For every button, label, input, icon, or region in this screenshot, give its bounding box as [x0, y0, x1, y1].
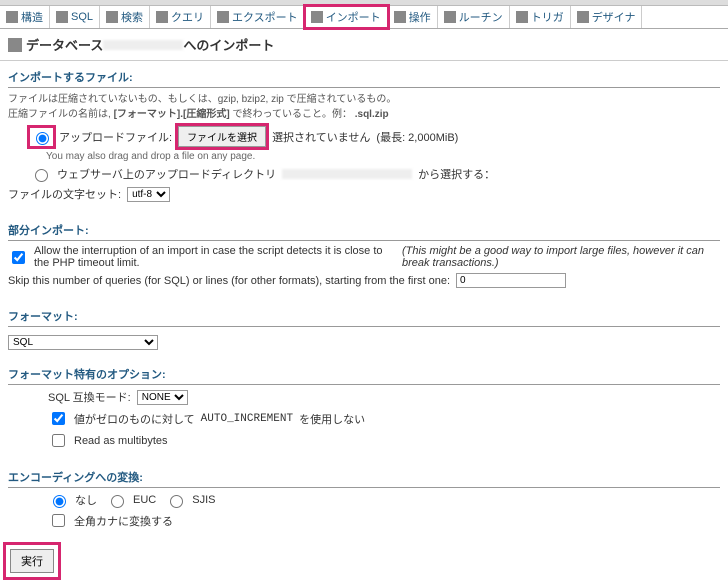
- autoinc-suffix: を使用しない: [299, 411, 365, 427]
- upload-radio[interactable]: [36, 132, 49, 145]
- section-encoding-header: エンコーディングへの変換:: [8, 465, 720, 488]
- tab-label: トリガ: [531, 9, 564, 25]
- compat-row: SQL 互換モード: NONE: [48, 389, 720, 405]
- enc-euc-label: EUC: [133, 494, 156, 506]
- help-compression: ファイルは圧縮されていないもの、もしくは、gzip, bzip2, zip で圧…: [8, 92, 720, 122]
- zenkaku-row: 全角カナに変換する: [48, 511, 720, 530]
- encoding-radios: なし EUC SJIS: [48, 492, 720, 508]
- go-button-highlight: 実行: [6, 545, 58, 577]
- enc-sjis-radio[interactable]: [170, 495, 183, 508]
- structure-icon: [6, 11, 18, 23]
- help-line1: ファイルは圧縮されていないもの、もしくは、gzip, bzip2, zip で圧…: [8, 94, 396, 105]
- tab-designer[interactable]: デザイナ: [571, 6, 643, 28]
- tab-label: インポート: [326, 9, 381, 25]
- multibytes-checkbox[interactable]: [52, 434, 65, 447]
- charset-row: ファイルの文字セット: utf-8: [8, 186, 720, 202]
- section-encoding: エンコーディングへの変換: なし EUC SJIS 全角カナに変換する: [0, 461, 728, 541]
- operations-icon: [394, 11, 406, 23]
- tab-query[interactable]: クエリ: [150, 6, 211, 28]
- section-format-opts: フォーマット特有のオプション: SQL 互換モード: NONE 値がゼロのものに…: [0, 358, 728, 461]
- autoinc-row: 値がゼロのものに対して AUTO_INCREMENT を使用しない: [48, 409, 720, 428]
- tab-label: エクスポート: [232, 9, 298, 25]
- tab-label: 構造: [21, 9, 43, 25]
- tab-search[interactable]: 検索: [100, 6, 150, 28]
- section-format: フォーマット: SQL: [0, 300, 728, 358]
- skip-input[interactable]: [456, 273, 566, 288]
- enc-none-label: なし: [75, 492, 97, 508]
- section-file: インポートするファイル: ファイルは圧縮されていないもの、もしくは、gzip, …: [0, 61, 728, 214]
- drag-drop-hint: You may also drag and drop a file on any…: [46, 151, 720, 162]
- routines-icon: [444, 11, 456, 23]
- webdir-label: ウェブサーバ上のアップロードディレクトリ: [57, 166, 276, 182]
- tab-import[interactable]: インポート: [305, 6, 388, 28]
- tab-label: SQL: [71, 11, 93, 23]
- help-line2-bold: [フォーマット].[圧縮形式]: [114, 109, 230, 120]
- nav-tabs: 構造 SQL 検索 クエリ エクスポート インポート 操作 ルーチン トリガ デ…: [0, 6, 728, 29]
- zenkaku-label: 全角カナに変換する: [74, 513, 173, 529]
- section-partial-header: 部分インポート:: [8, 218, 720, 241]
- tab-label: デザイナ: [592, 9, 636, 25]
- tab-sql[interactable]: SQL: [50, 6, 100, 28]
- enc-none-radio[interactable]: [53, 495, 66, 508]
- db-name-redacted: [103, 40, 183, 50]
- tab-label: 操作: [409, 9, 431, 25]
- help-line2-prefix: 圧縮ファイルの名前は,: [8, 109, 111, 120]
- designer-icon: [577, 11, 589, 23]
- search-icon: [106, 11, 118, 23]
- autoinc-prefix: 値がゼロのものに対して: [74, 411, 195, 427]
- tab-triggers[interactable]: トリガ: [510, 6, 571, 28]
- max-size: (最長: 2,000MiB): [376, 129, 458, 145]
- help-line2-suffix: で終わっていること。例：: [232, 109, 352, 120]
- tab-label: 検索: [121, 9, 143, 25]
- no-file-chosen: 選択されていません: [272, 129, 370, 145]
- triggers-icon: [516, 11, 528, 23]
- page-title-prefix: データベース: [26, 35, 103, 54]
- autoinc-code: AUTO_INCREMENT: [201, 413, 293, 425]
- import-title-icon: [8, 38, 22, 52]
- skip-label: Skip this number of queries (for SQL) or…: [8, 275, 450, 287]
- format-select[interactable]: SQL: [8, 335, 158, 350]
- section-format-opts-header: フォーマット特有のオプション:: [8, 362, 720, 385]
- tab-label: ルーチン: [459, 9, 503, 25]
- upload-radio-highlight: [30, 128, 53, 146]
- skip-row: Skip this number of queries (for SQL) or…: [8, 273, 720, 288]
- charset-label: ファイルの文字セット:: [8, 186, 121, 202]
- webdir-suffix: から選択する：: [418, 166, 495, 182]
- charset-select[interactable]: utf-8: [127, 187, 170, 202]
- section-partial: 部分インポート: Allow the interruption of an im…: [0, 214, 728, 300]
- enc-sjis-label: SJIS: [192, 494, 215, 506]
- compat-select[interactable]: NONE: [137, 390, 188, 405]
- page-title: データベース へのインポート: [0, 29, 728, 61]
- tab-export[interactable]: エクスポート: [211, 6, 305, 28]
- enc-euc-radio[interactable]: [111, 495, 124, 508]
- tab-operations[interactable]: 操作: [388, 6, 438, 28]
- allow-interrupt-note: (This might be a good way to import larg…: [402, 245, 720, 269]
- upload-label: アップロードファイル:: [59, 129, 172, 145]
- go-button[interactable]: 実行: [10, 549, 54, 573]
- sql-icon: [56, 11, 68, 23]
- page-title-suffix: へのインポート: [183, 35, 274, 54]
- webdir-radio[interactable]: [35, 169, 48, 182]
- help-line2-example: .sql.zip: [355, 109, 389, 120]
- allow-interrupt-label: Allow the interruption of an import in c…: [34, 245, 396, 269]
- export-icon: [217, 11, 229, 23]
- webdir-row: ウェブサーバ上のアップロードディレクトリ から選択する：: [30, 166, 720, 182]
- tab-structure[interactable]: 構造: [0, 6, 50, 28]
- allow-interrupt-row: Allow the interruption of an import in c…: [8, 245, 720, 269]
- compat-label: SQL 互換モード:: [48, 389, 131, 405]
- multibytes-label: Read as multibytes: [74, 435, 168, 447]
- choose-file-button[interactable]: ファイルを選択: [178, 126, 266, 147]
- tab-routines[interactable]: ルーチン: [438, 6, 510, 28]
- section-format-header: フォーマット:: [8, 304, 720, 327]
- upload-file-row: アップロードファイル: ファイルを選択 選択されていません (最長: 2,000…: [30, 126, 720, 147]
- zenkaku-checkbox[interactable]: [52, 514, 65, 527]
- tab-label: クエリ: [171, 9, 204, 25]
- section-file-header: インポートするファイル:: [8, 65, 720, 88]
- webdir-path-redacted: [282, 169, 412, 179]
- query-icon: [156, 11, 168, 23]
- import-icon: [311, 11, 323, 23]
- multibytes-row: Read as multibytes: [48, 431, 720, 450]
- allow-interrupt-checkbox[interactable]: [12, 251, 25, 264]
- autoinc-checkbox[interactable]: [52, 412, 65, 425]
